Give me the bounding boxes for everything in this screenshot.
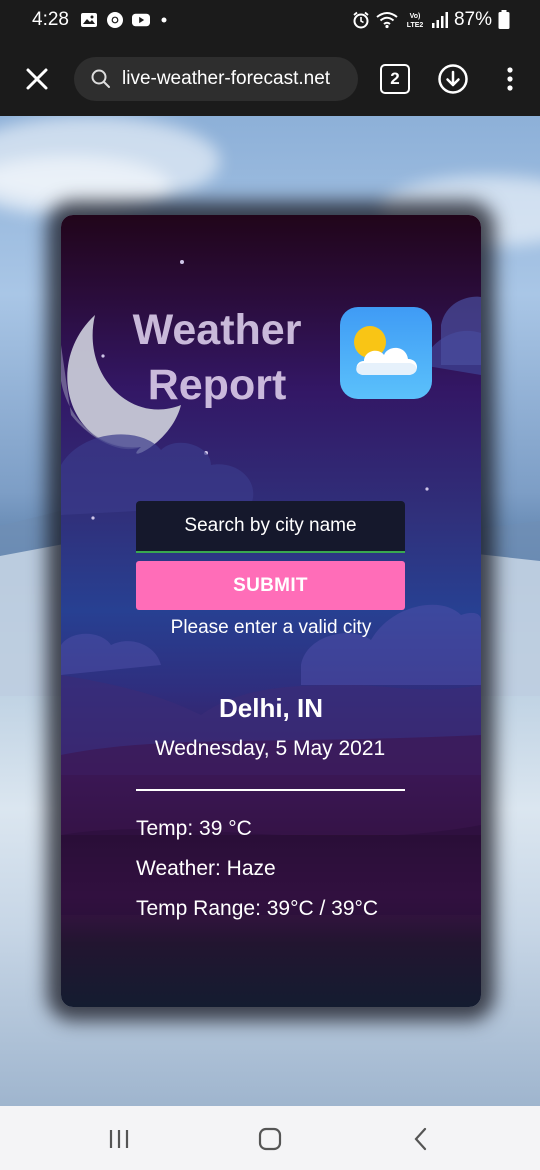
divider <box>136 789 405 791</box>
page-viewport: Weather Report SUBMIT Please enter a val… <box>0 116 540 1106</box>
current-date: Wednesday, 5 May 2021 <box>154 737 386 760</box>
city-search-input[interactable] <box>136 501 405 553</box>
close-tab-button[interactable] <box>22 64 52 94</box>
system-navigation-bar <box>0 1106 540 1170</box>
youtube-icon <box>132 13 150 27</box>
tab-switcher-button[interactable]: 2 <box>380 64 410 94</box>
download-icon[interactable] <box>437 63 469 95</box>
battery-icon <box>498 10 510 29</box>
status-time: 4:28 <box>32 9 69 30</box>
background-cloud <box>0 156 170 216</box>
weather-condition-text: Weather: Haze <box>136 857 276 880</box>
city-name: Delhi, IN <box>218 693 323 723</box>
search-icon <box>91 69 110 88</box>
recent-apps-button[interactable] <box>104 1124 134 1154</box>
title-line-1: Weather <box>132 306 302 354</box>
alarm-icon <box>353 11 369 29</box>
status-bar: 4:28 Vo) LTE2 87% <box>0 0 540 42</box>
url-text: live-weather-forecast.net <box>122 68 331 89</box>
temperature-text: Temp: 39 °C <box>136 817 252 840</box>
system-icons: Vo) LTE2 87% <box>352 9 510 31</box>
browser-toolbar: live-weather-forecast.net 2 <box>0 42 540 116</box>
chrome-icon <box>107 12 123 28</box>
error-message: Please enter a valid city <box>170 617 372 638</box>
dot-icon <box>161 17 167 23</box>
battery-percent: 87% <box>453 9 492 30</box>
svg-text:Vo): Vo) <box>410 13 421 20</box>
gallery-icon <box>81 13 97 27</box>
address-bar[interactable]: live-weather-forecast.net <box>74 57 358 101</box>
home-button[interactable] <box>255 1124 285 1154</box>
app-title: Weather Report <box>117 303 317 413</box>
more-menu-icon[interactable] <box>500 64 520 94</box>
weather-card: Weather Report SUBMIT Please enter a val… <box>61 215 481 1007</box>
temp-range-text: Temp Range: 39°C / 39°C <box>136 897 379 920</box>
wifi-icon <box>376 12 398 29</box>
notification-icons <box>80 11 176 29</box>
svg-text:LTE2: LTE2 <box>407 22 424 29</box>
submit-button[interactable]: SUBMIT <box>136 561 405 610</box>
volte-icon: Vo) LTE2 <box>407 13 424 29</box>
back-button[interactable] <box>406 1124 436 1154</box>
partly-cloudy-icon <box>340 307 432 399</box>
signal-icon <box>431 12 448 28</box>
title-line-2: Report <box>147 361 287 409</box>
